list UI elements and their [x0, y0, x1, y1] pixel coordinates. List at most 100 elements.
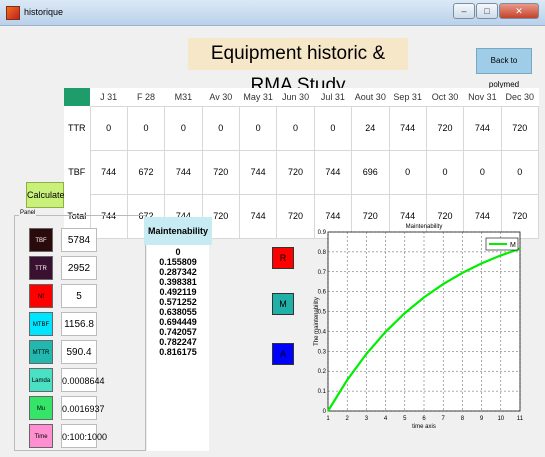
- table-cell[interactable]: 720: [276, 149, 315, 195]
- table-cell[interactable]: 744: [238, 149, 278, 195]
- x-tick-label: 7: [442, 416, 446, 422]
- time-button[interactable]: Time: [29, 424, 53, 448]
- table-cell[interactable]: 672: [126, 149, 166, 195]
- table-cell[interactable]: 744: [238, 193, 278, 240]
- table-cell[interactable]: 720: [425, 105, 465, 151]
- nf-button[interactable]: Nf: [29, 284, 53, 308]
- close-button[interactable]: ✕: [499, 3, 539, 19]
- row-header: TBF: [64, 150, 90, 195]
- table-cell[interactable]: 744: [313, 149, 353, 195]
- table-row: TBF 744 672 744 720 744 720 744 696 0 0 …: [64, 149, 540, 195]
- tbf-button[interactable]: TBF: [29, 228, 53, 252]
- table-cell[interactable]: 0: [201, 105, 241, 151]
- reliability-button[interactable]: R: [272, 247, 294, 269]
- parameters-panel: Panel TBF 5784 TTR 2952 Nf 5 MTBF 1156.8…: [14, 210, 146, 451]
- table-header-row: J 31 F 28 M31 Av 30 May 31 Jun 30 Jul 31…: [64, 88, 539, 106]
- panel-row-tbf: TBF 5784: [29, 228, 139, 252]
- tbf-value-field[interactable]: 5784: [61, 228, 97, 252]
- table-cell[interactable]: 696: [351, 149, 390, 195]
- calculate-button[interactable]: Calculate: [26, 182, 65, 208]
- column-header: Jul 31: [314, 88, 352, 106]
- list-item: 0.155809: [159, 257, 197, 267]
- window-titlebar: historique – □ ✕: [0, 0, 545, 26]
- chart-title: Maintenability: [406, 224, 443, 230]
- table-cell[interactable]: 0: [425, 149, 465, 195]
- page-title: Equipment historic & RMA Study: [188, 38, 408, 96]
- panel-row-ttr: TTR 2952: [29, 256, 139, 280]
- window-controls: – □ ✕: [453, 3, 539, 19]
- table-cell[interactable]: 0: [500, 149, 540, 195]
- table-cell[interactable]: 24: [351, 105, 390, 151]
- mu-value-field[interactable]: 0.0016937: [61, 396, 105, 420]
- maintenability-button[interactable]: M: [272, 293, 294, 315]
- row-header: TTR: [64, 106, 90, 151]
- panel-row-mu: Mu 0.0016937: [29, 396, 139, 420]
- mtbf-button[interactable]: MTBF: [29, 312, 53, 336]
- nf-value-field[interactable]: 5: [61, 284, 97, 308]
- column-header: Sep 31: [389, 88, 427, 106]
- x-tick-label: 9: [480, 416, 484, 422]
- availability-button[interactable]: A: [272, 343, 294, 365]
- table-cell[interactable]: 744: [463, 105, 502, 151]
- mttr-value-field[interactable]: 590.4: [61, 340, 97, 364]
- lamda-value-field[interactable]: 0.0008644: [61, 368, 105, 392]
- table-cell[interactable]: 0: [463, 149, 502, 195]
- y-tick-label: 0: [323, 409, 327, 415]
- table-cell[interactable]: 744: [388, 105, 427, 151]
- column-header: Jun 30: [276, 88, 315, 106]
- x-tick-label: 6: [422, 416, 426, 422]
- table-cell[interactable]: 720: [500, 105, 540, 151]
- table-cell[interactable]: 0: [313, 105, 353, 151]
- ttr-button[interactable]: TTR: [29, 256, 53, 280]
- mttr-button[interactable]: MTTR: [29, 340, 53, 364]
- x-tick-label: 3: [365, 416, 369, 422]
- column-header: J 31: [90, 88, 128, 106]
- app-icon: [6, 6, 20, 20]
- table-cell[interactable]: 0: [89, 105, 128, 151]
- table-row: TTR 0 0 0 0 0 0 0 24 744 720 744 720: [64, 105, 540, 151]
- y-tick-label: 0.7: [318, 270, 327, 276]
- column-header: Aout 30: [351, 88, 389, 106]
- y-tick-label: 0.2: [318, 369, 327, 375]
- table-cell[interactable]: 0: [276, 105, 315, 151]
- ttr-value-field[interactable]: 2952: [61, 256, 97, 280]
- y-tick-label: 0.6: [318, 290, 327, 296]
- column-header: Oct 30: [426, 88, 464, 106]
- panel-row-time: Time 0:100:1000: [29, 424, 139, 448]
- legend-label: M: [510, 242, 516, 249]
- list-item: 0.782247: [159, 337, 197, 347]
- table-cell[interactable]: 0: [164, 105, 203, 151]
- table-cell[interactable]: 744: [89, 149, 128, 195]
- y-tick-label: 0.9: [318, 230, 327, 236]
- mu-button[interactable]: Mu: [29, 396, 53, 420]
- list-item: 0: [175, 247, 181, 257]
- maintenability-chart: 1 2 3 4 5 6 7 8 9 10 1100.10.20.30.40.50.60.70.80.…: [314, 224, 524, 430]
- window-title: historique: [24, 7, 64, 17]
- mtbf-value-field[interactable]: 1156.8: [61, 312, 97, 336]
- list-item: 0.492119: [159, 287, 197, 297]
- table-cell[interactable]: 0: [388, 149, 427, 195]
- back-to-polymed-button[interactable]: Back to polymed: [476, 48, 532, 89]
- minimize-button[interactable]: –: [453, 3, 475, 19]
- maximize-button[interactable]: □: [476, 3, 498, 19]
- column-header: Dec 30: [501, 88, 539, 106]
- y-tick-label: 0.1: [318, 389, 327, 395]
- maintenability-listbox[interactable]: 0 0.155809 0.287342 0.398381 0.492119 0.…: [147, 245, 209, 451]
- lamda-button[interactable]: Lamda: [29, 368, 53, 392]
- table-cell[interactable]: 0: [126, 105, 166, 151]
- list-item: 0.694449: [159, 317, 197, 327]
- panel-label: Panel: [19, 210, 37, 216]
- table-cell[interactable]: 720: [276, 193, 315, 240]
- table-corner: [64, 88, 90, 106]
- time-value-field[interactable]: 0:100:1000: [61, 424, 107, 448]
- figure-client-area: Equipment historic & RMA Study Back to p…: [6, 26, 540, 451]
- list-item: 0.638055: [159, 307, 197, 317]
- table-cell[interactable]: 744: [164, 149, 203, 195]
- list-item: 0.816175: [159, 347, 197, 357]
- table-cell[interactable]: 720: [201, 149, 241, 195]
- x-tick-label: 4: [384, 416, 388, 422]
- maintenability-heading: Maintenability: [144, 217, 212, 245]
- column-header: F 28: [127, 88, 165, 106]
- table-cell[interactable]: 0: [238, 105, 278, 151]
- x-tick-label: 10: [497, 416, 504, 422]
